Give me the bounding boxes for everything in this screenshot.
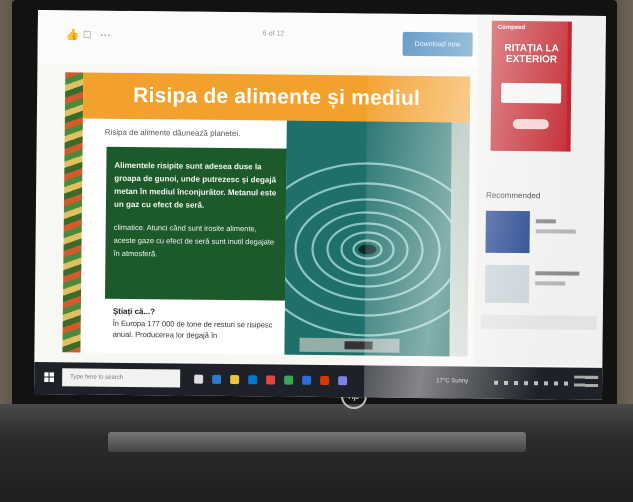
recommended-item-title[interactable] <box>535 271 580 276</box>
right-sidebar: Compeed RITAȚIA LA EXTERIOR Recommended <box>474 14 606 366</box>
bookmark-icon[interactable]: □ <box>84 28 91 40</box>
laptop-base <box>0 404 633 502</box>
slide-title: Risipa de alimente și mediul <box>133 84 421 111</box>
chrome-icon[interactable] <box>284 375 294 385</box>
advertisement[interactable]: Compeed RITAȚIA LA EXTERIOR <box>490 20 572 152</box>
info-paragraph-1: Alimentele risipite sunt adesea duse la … <box>113 160 277 210</box>
ad-brand: Compeed <box>497 24 526 32</box>
mail-icon[interactable] <box>248 375 258 385</box>
recommended-thumbnail[interactable] <box>484 264 530 304</box>
recommended-item-meta <box>535 229 576 234</box>
app-icon[interactable] <box>266 375 276 385</box>
info-paragraph-2: climatice. Atunci când sunt irosite alim… <box>113 222 275 259</box>
viewer-toolbar: 👍 □ ⋯ 6 of 12 Download now <box>37 10 478 69</box>
app-icon[interactable] <box>302 375 312 385</box>
weather-widget[interactable]: 17°C Sunny <box>436 378 468 384</box>
document-slide: Risipa de alimente și mediul Risipa de a… <box>62 72 471 357</box>
recommended-item[interactable] <box>480 314 597 330</box>
did-you-know-heading: Știați că...? <box>112 306 156 317</box>
download-button[interactable]: Download now <box>402 31 473 57</box>
powerpoint-icon[interactable] <box>320 375 330 386</box>
recommended-title: Recommended <box>486 190 541 201</box>
recommended-item-meta <box>535 281 566 286</box>
decorative-strip <box>62 72 84 353</box>
did-you-know-text: În Europa 177 000 de tone de resturi se … <box>112 318 273 340</box>
app-icon[interactable] <box>338 376 348 386</box>
info-box: Alimentele risipite sunt adesea duse la … <box>104 146 287 301</box>
decorative-strip-right <box>449 122 470 357</box>
recommended-thumbnail[interactable] <box>485 210 530 254</box>
title-band: Risipa de alimente și mediul <box>82 72 471 123</box>
more-icon[interactable]: ⋯ <box>100 29 111 42</box>
ad-headline: RITAȚIA LA EXTERIOR <box>504 42 559 66</box>
slide-subtitle: Risipa de alimente dăunează planetei. <box>104 127 241 139</box>
floating-toolbar-chip[interactable] <box>344 341 373 350</box>
taskbar-clock[interactable] <box>574 375 599 392</box>
windows-start-icon[interactable] <box>44 372 55 383</box>
laptop-screen: 👍 □ ⋯ 6 of 12 Download now Risipa de ali… <box>33 10 606 400</box>
windows-taskbar: Type here to search 17°C Sunny <box>33 361 603 400</box>
taskbar-search[interactable]: Type here to search <box>62 368 181 388</box>
ad-cta-button[interactable] <box>512 118 549 130</box>
laptop-hinge <box>108 432 526 452</box>
file-explorer-icon[interactable] <box>230 375 240 385</box>
recommended-item-title[interactable] <box>535 219 556 224</box>
page-count: 6 of 12 <box>262 30 285 38</box>
ad-product-image <box>501 82 562 104</box>
edge-icon[interactable] <box>212 374 222 384</box>
water-swirl-image <box>284 120 452 357</box>
thumbs-up-icon[interactable]: 👍 <box>66 28 80 41</box>
task-view-icon[interactable] <box>194 374 204 384</box>
system-tray-icons[interactable] <box>494 380 575 386</box>
